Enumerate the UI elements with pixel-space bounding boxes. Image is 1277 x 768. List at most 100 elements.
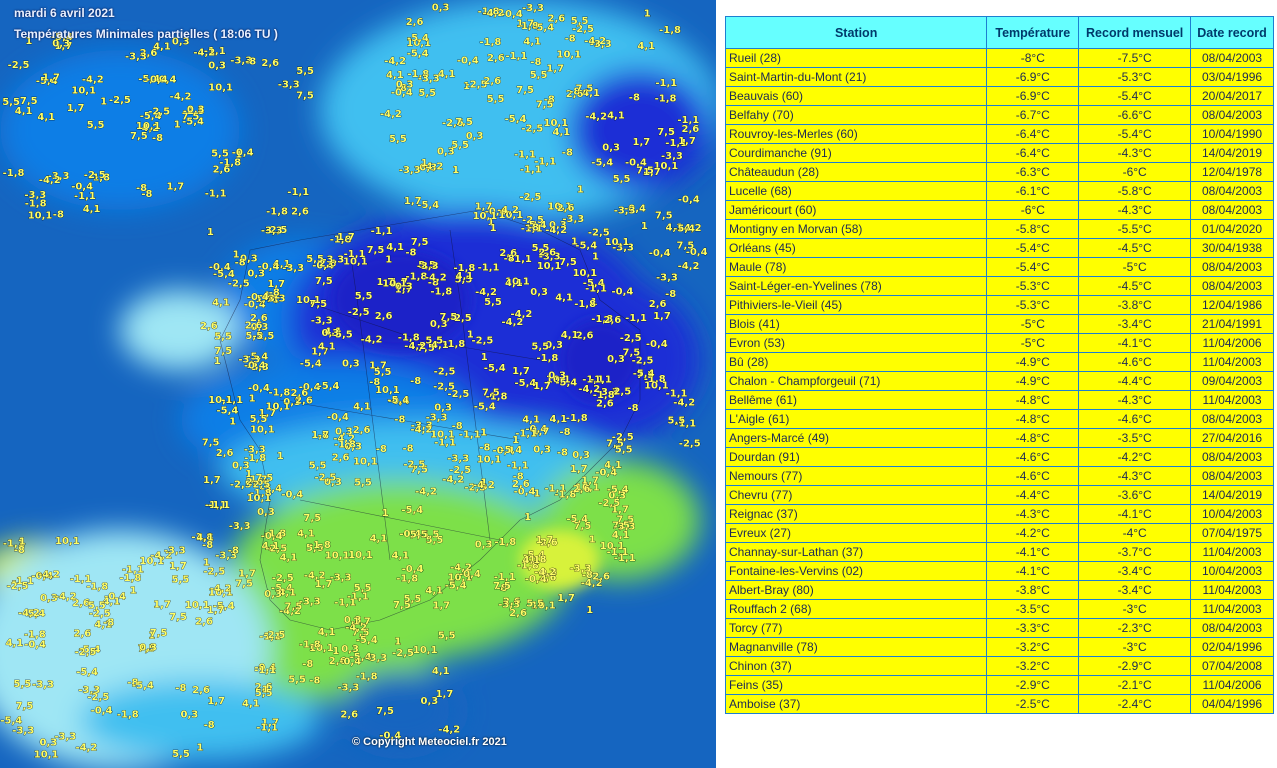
map-temperature-label: 5,5 bbox=[296, 66, 314, 77]
map-temperature-label: 5,5 bbox=[255, 688, 273, 699]
map-temperature-label: -8 bbox=[557, 447, 568, 458]
record-cell: -5.4°C bbox=[1078, 86, 1192, 106]
map-temperature-label: 7,5 bbox=[202, 437, 220, 448]
date-cell: 21/04/1991 bbox=[1190, 314, 1274, 334]
map-temperature-label: -2,5 bbox=[434, 366, 456, 377]
table-row: Rueil (28) -8°C -7.5°C 08/04/2003 bbox=[724, 48, 1274, 68]
station-cell: Courdimanche (91) bbox=[724, 143, 988, 163]
map-temperature-label: -3,3 bbox=[54, 732, 76, 743]
map-temperature-label: -0,4 bbox=[501, 9, 523, 20]
map-temperature-label: 10,1 bbox=[473, 211, 498, 222]
map-temperature-label: 1 bbox=[382, 508, 389, 519]
map-temperature-label: 5,5 bbox=[172, 575, 190, 586]
map-temperature-label: 5,5 bbox=[438, 630, 456, 641]
table-row: Saint-Martin-du-Mont (21) -6.9°C -5.3°C 03/… bbox=[724, 67, 1274, 87]
map-temperature-label: -8 bbox=[245, 57, 256, 68]
map-temperature-label: -5,4 bbox=[356, 635, 378, 646]
map-temperature-label: -1,1 bbox=[208, 500, 230, 511]
map-temperature-label: 1,7 bbox=[67, 103, 85, 114]
map-temperature-label: 1 bbox=[233, 250, 240, 261]
map-temperature-label: -4,2 bbox=[534, 567, 556, 578]
map-temperature-label: 4,1 bbox=[604, 460, 622, 471]
map-temperature-label: 0,3 bbox=[602, 143, 620, 154]
map-temperature-label: 1,7 bbox=[42, 72, 60, 83]
map-temperature-label: 1 bbox=[577, 185, 584, 196]
station-cell: Feins (35) bbox=[724, 675, 988, 695]
table-row: Belfahy (70) -6.7°C -6.6°C 08/04/2003 bbox=[724, 105, 1274, 125]
map-temperature-label: -3,3 bbox=[164, 546, 186, 557]
map-temperature-label: 7,5 bbox=[20, 96, 38, 107]
table-row: Channay-sur-Lathan (37) -4.1°C -3.7°C 11/04… bbox=[724, 542, 1274, 562]
map-temperature-label: 1,7 bbox=[167, 182, 185, 193]
table-row: Bellême (61) -4.8°C -4.3°C 11/04/2003 bbox=[724, 390, 1274, 410]
map-temperature-label: 1,7 bbox=[643, 167, 661, 178]
map-temperature-label: 1 bbox=[229, 416, 236, 427]
record-cell: -4.3°C bbox=[1078, 390, 1192, 410]
map-temperature-label: -4,2 bbox=[425, 273, 447, 284]
map-temperature-label: -5,4 bbox=[0, 716, 22, 727]
station-cell: Rouvroy-les-Merles (60) bbox=[724, 124, 988, 144]
station-cell: Saint-Léger-en-Yvelines (78) bbox=[724, 276, 988, 296]
map-temperature-label: -1,1 bbox=[614, 553, 636, 564]
date-cell: 11/04/2006 bbox=[1190, 675, 1274, 695]
map-temperature-label: -2,5 bbox=[264, 630, 286, 641]
map-subtitle: Températures Minimales partielles ( 18:0… bbox=[14, 27, 278, 41]
map-background: -8-5,4-4,2-3,3-2,5-1,8-1,1-0,40,311,72,6… bbox=[0, 0, 716, 768]
map-temperature-label: -1,8 bbox=[480, 37, 502, 48]
map-temperature-label: 1,7 bbox=[153, 600, 171, 611]
table-row: Reignac (37) -4.3°C -4.1°C 10/04/2003 bbox=[724, 504, 1274, 524]
map-temperature-label: -8 bbox=[479, 443, 490, 454]
map-temperature-label: 1 bbox=[467, 329, 474, 340]
map-temperature-label: -1,8 bbox=[566, 413, 588, 424]
table-row: Montigny en Morvan (58) -5.8°C -5.5°C 01/04… bbox=[724, 219, 1274, 239]
map-temperature-label: -1,8 bbox=[117, 709, 139, 720]
map-temperature-label: 4,1 bbox=[353, 402, 371, 413]
temperature-cell: -3.2°C bbox=[986, 656, 1080, 676]
map-temperature-label: 7,5 bbox=[296, 91, 314, 102]
map-temperature-label: 1,7 bbox=[311, 430, 329, 441]
temperature-cell: -5°C bbox=[986, 333, 1080, 353]
map-temperature-label: -8 bbox=[452, 421, 463, 432]
date-cell: 03/04/1996 bbox=[1190, 67, 1274, 87]
map-temperature-label: -3,3 bbox=[417, 261, 439, 272]
map-temperature-label: 2,6 bbox=[332, 452, 350, 463]
map-temperature-label: 4,1 bbox=[370, 533, 388, 544]
map-temperature-label: -1,8 bbox=[356, 671, 378, 682]
map-temperature-label: 7,5 bbox=[303, 513, 321, 524]
temperature-cell: -4.6°C bbox=[986, 447, 1080, 467]
map-temperature-label: -5,4 bbox=[300, 359, 322, 370]
temperature-cell: -4.6°C bbox=[986, 466, 1080, 486]
map-temperature-label: 10,1 bbox=[557, 49, 582, 60]
map-temperature-label: -5,4 bbox=[407, 33, 429, 44]
map-temperature-label: -0,4 bbox=[646, 339, 668, 350]
map-temperature-label: 7,5 bbox=[130, 131, 148, 142]
record-cell: -3°C bbox=[1078, 637, 1192, 657]
record-cell: -3.8°C bbox=[1078, 295, 1192, 315]
map-temperature-label: 4,1 bbox=[83, 204, 101, 215]
temperature-cell: -4.1°C bbox=[986, 542, 1080, 562]
map-temperature-label: -5,4 bbox=[607, 484, 629, 495]
table-row: Chevru (77) -4.4°C -3.6°C 14/04/2019 bbox=[724, 485, 1274, 505]
map-temperature-label: 2,6 bbox=[245, 320, 263, 331]
map-temperature-label: 1,7 bbox=[353, 616, 371, 627]
map-temperature-label: 2,6 bbox=[291, 207, 309, 218]
record-cell: -4.3°C bbox=[1078, 200, 1192, 220]
temperature-cell: -5.4°C bbox=[986, 238, 1080, 258]
map-temperature-label: 1 bbox=[524, 512, 531, 523]
map-temperature-label: 10,1 bbox=[573, 268, 598, 279]
record-cell: -3.5°C bbox=[1078, 428, 1192, 448]
map-temperature-label: -1,1 bbox=[506, 51, 528, 62]
map-temperature-label: -5,4 bbox=[217, 405, 239, 416]
map-temperature-label: -0,4 bbox=[649, 248, 671, 259]
map-temperature-label: -5,4 bbox=[182, 116, 204, 127]
map-temperature-label: 1 bbox=[214, 356, 221, 367]
map-temperature-label: -4,2 bbox=[384, 56, 406, 67]
station-cell: Chalon - Champforgeuil (71) bbox=[724, 371, 988, 391]
map-temperature-label: 10,1 bbox=[55, 536, 80, 547]
map-temperature-label: -1,1 bbox=[434, 438, 456, 449]
station-cell: Bû (28) bbox=[724, 352, 988, 372]
map-temperature-label: -8 bbox=[530, 57, 541, 68]
map-temperature-label: 10,1 bbox=[266, 402, 291, 413]
map-temperature-label: 2,6 bbox=[406, 17, 424, 28]
header-record: Record mensuel bbox=[1078, 16, 1192, 49]
